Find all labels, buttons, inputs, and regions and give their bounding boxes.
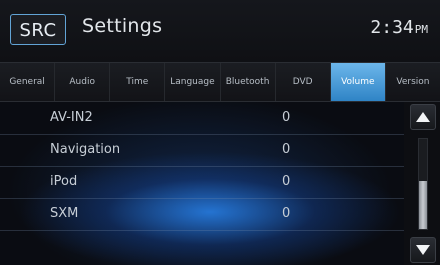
header-bar: SRC Settings 2:34PM bbox=[0, 0, 440, 62]
tab-general[interactable]: General bbox=[0, 63, 56, 101]
list-item[interactable]: AV-IN2 0 bbox=[0, 102, 404, 135]
settings-tab-bar: General Audio Time Language Bluetooth DV… bbox=[0, 62, 440, 102]
clock-time: 2:34 bbox=[370, 17, 414, 38]
list-item-label: AV-IN2 bbox=[50, 110, 93, 125]
tab-language[interactable]: Language bbox=[165, 63, 221, 101]
list-item[interactable]: SXM 0 bbox=[0, 198, 404, 231]
list-item[interactable]: Navigation 0 bbox=[0, 134, 404, 167]
list-item-value: 0 bbox=[282, 206, 291, 221]
src-button[interactable]: SRC bbox=[10, 14, 66, 45]
tab-time[interactable]: Time bbox=[110, 63, 166, 101]
tab-bluetooth[interactable]: Bluetooth bbox=[221, 63, 276, 101]
tab-dvd[interactable]: DVD bbox=[276, 63, 331, 101]
scroll-track[interactable] bbox=[418, 138, 428, 230]
page-title: Settings bbox=[82, 15, 163, 37]
list-item-value: 0 bbox=[282, 110, 291, 125]
settings-screen: SRC Settings 2:34PM General Audio Time L… bbox=[0, 0, 440, 265]
clock-ampm: PM bbox=[414, 23, 428, 36]
list-item-value: 0 bbox=[282, 142, 291, 157]
list-item-label: Navigation bbox=[50, 142, 121, 157]
clock: 2:34PM bbox=[370, 17, 428, 38]
list-item-label: iPod bbox=[50, 174, 78, 189]
volume-list: AV-IN2 0 Navigation 0 iPod 0 SXM 0 bbox=[0, 102, 404, 265]
scrollbar bbox=[404, 102, 440, 265]
list-item-value: 0 bbox=[282, 174, 291, 189]
tab-audio[interactable]: Audio bbox=[55, 63, 111, 101]
arrow-down-icon[interactable] bbox=[410, 237, 436, 263]
list-item[interactable]: iPod 0 bbox=[0, 166, 404, 199]
arrow-up-icon[interactable] bbox=[410, 104, 436, 130]
tab-volume[interactable]: Volume bbox=[330, 63, 386, 101]
list-item-label: SXM bbox=[50, 206, 79, 221]
scroll-thumb[interactable] bbox=[419, 181, 427, 229]
tab-version[interactable]: Version bbox=[386, 63, 440, 101]
